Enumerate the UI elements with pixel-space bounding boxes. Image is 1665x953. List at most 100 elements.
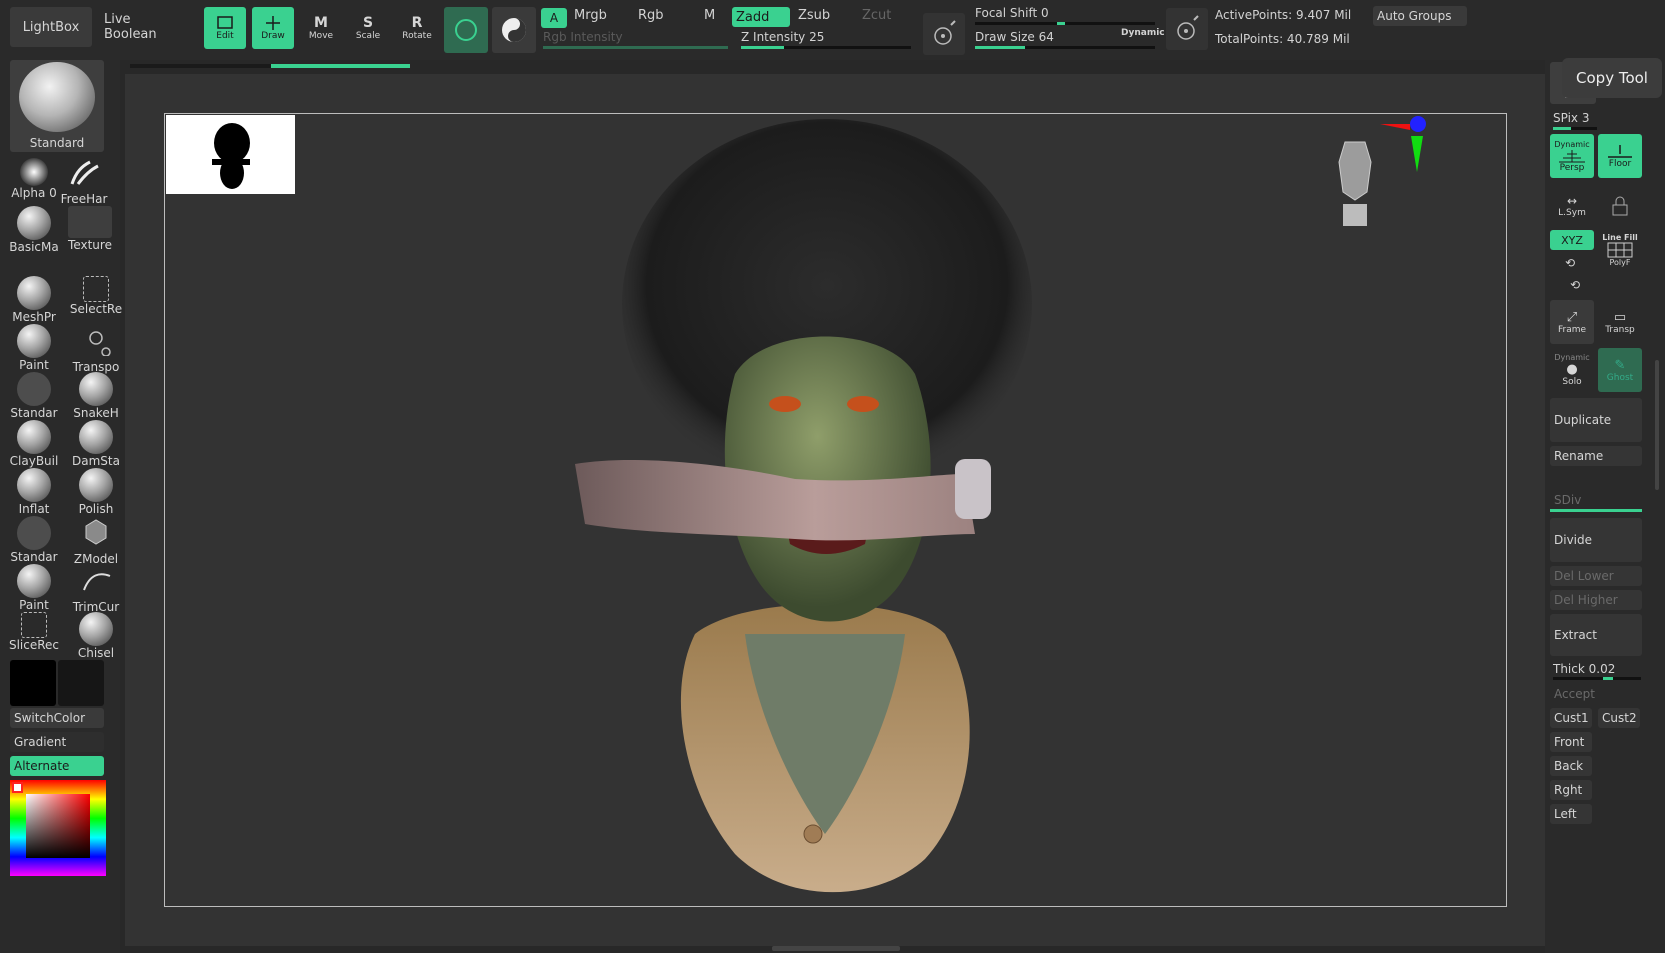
trimcurve-icon	[83, 573, 111, 591]
draw-button[interactable]: Draw	[252, 7, 294, 49]
stroke-button[interactable]: FreeHar	[56, 158, 112, 206]
z-intensity-label[interactable]: Z Intensity 25	[741, 30, 824, 44]
edit-button[interactable]: Edit	[204, 7, 246, 49]
alpha-button[interactable]: Alpha 0	[6, 158, 62, 204]
zsub-button[interactable]: Zsub	[798, 8, 830, 23]
snakehook-brush[interactable]: SnakeH	[68, 372, 124, 420]
main-color-swatch[interactable]	[10, 660, 56, 706]
a-button[interactable]: A	[541, 8, 567, 28]
rotate-z-icon[interactable]: ⟲	[1570, 278, 1580, 292]
divide-button[interactable]: Divide	[1550, 518, 1642, 562]
switch-color-button[interactable]: SwitchColor	[10, 708, 104, 728]
auto-groups-button[interactable]: Auto Groups	[1373, 6, 1467, 26]
transpose-icon	[89, 331, 111, 357]
meshproject-brush[interactable]: MeshPr	[6, 276, 62, 324]
spix-label[interactable]: SPix 3	[1553, 111, 1589, 125]
mrgb-button[interactable]: Mrgb	[574, 8, 607, 23]
duplicate-button[interactable]: Duplicate	[1550, 398, 1642, 442]
ghost-button[interactable]: ✎ Ghost	[1598, 348, 1642, 392]
draw-size-slider[interactable]	[975, 46, 1155, 49]
floor-button[interactable]: Floor	[1598, 134, 1642, 178]
draw-size-label[interactable]: Draw Size 64	[975, 30, 1054, 44]
rgb-intensity-label[interactable]: Rgb Intensity	[543, 30, 623, 44]
damstandard-brush[interactable]: DamSta	[68, 420, 124, 468]
dynamic-label[interactable]: Dynamic	[1121, 28, 1165, 38]
thick-slider[interactable]	[1553, 677, 1641, 680]
polyf-button[interactable]: Line Fill PolyF	[1598, 230, 1642, 270]
thick-label[interactable]: Thick 0.02	[1553, 662, 1615, 676]
zcut-button[interactable]: Zcut	[862, 8, 891, 23]
transpose-brush[interactable]: Transpo	[68, 324, 124, 374]
rgb-button[interactable]: Rgb	[638, 8, 664, 23]
del-higher-button[interactable]: Del Higher	[1550, 590, 1642, 610]
solo-button[interactable]: Dynamic ● Solo	[1550, 348, 1594, 392]
yin-yang-icon	[502, 18, 526, 42]
gradient-button[interactable]: Gradient	[10, 732, 104, 752]
persp-button[interactable]: Dynamic Persp	[1550, 134, 1594, 178]
brush-label: DamSta	[72, 454, 120, 468]
z-intensity-slider[interactable]	[741, 46, 911, 49]
axis-gizmo[interactable]	[1375, 114, 1435, 174]
spix-slider[interactable]	[1553, 127, 1597, 130]
back-button[interactable]: Back	[1550, 756, 1592, 776]
zmodeler-brush[interactable]: ZModel	[68, 516, 124, 566]
edit-label: Edit	[216, 31, 234, 41]
rename-button[interactable]: Rename	[1550, 446, 1642, 466]
focal-shift-label[interactable]: Focal Shift 0	[975, 6, 1049, 20]
sdiv-label[interactable]: SDiv	[1550, 492, 1642, 508]
inflate-brush[interactable]: Inflat	[6, 468, 62, 516]
rght-button[interactable]: Rght	[1550, 780, 1592, 800]
move-button[interactable]: M Move	[300, 7, 342, 49]
lock-button[interactable]	[1598, 186, 1642, 226]
del-lower-button[interactable]: Del Lower	[1550, 566, 1642, 586]
extract-button[interactable]: Extract	[1550, 614, 1642, 656]
focal-shift-icon-button[interactable]	[923, 13, 965, 55]
paint-brush-1[interactable]: Paint	[6, 324, 62, 372]
trimcurve-brush[interactable]: TrimCur	[68, 564, 124, 614]
scale-icon: S	[362, 15, 374, 31]
lightbox-button[interactable]: LightBox	[10, 7, 92, 47]
color-picker[interactable]	[10, 780, 106, 876]
sdiv-slider[interactable]	[1550, 509, 1642, 512]
draw-size-icon-button[interactable]	[1166, 8, 1208, 50]
xyz-button[interactable]: XYZ	[1550, 230, 1594, 250]
bottom-scroll-handle[interactable]	[772, 946, 900, 951]
standard-brush-1[interactable]: Standar	[6, 372, 62, 420]
brush-label: Standar	[10, 406, 58, 420]
accept-button[interactable]: Accept	[1550, 684, 1642, 704]
sculptris-toggle-button[interactable]	[444, 7, 488, 53]
frame-button[interactable]: ⤢ Frame	[1550, 300, 1594, 344]
slicerect-brush[interactable]: SliceRec	[6, 612, 62, 658]
claybuildup-brush[interactable]: ClayBuil	[6, 420, 62, 468]
line-fill-label: Line Fill	[1602, 233, 1638, 242]
chisel-brush[interactable]: Chisel	[68, 612, 124, 660]
lsym-button[interactable]: ↔ L.Sym	[1550, 186, 1594, 226]
rotate-button[interactable]: R Rotate	[396, 7, 438, 49]
viewport-frame[interactable]	[164, 113, 1507, 907]
texture-button[interactable]: Texture	[62, 206, 118, 252]
live-boolean-button[interactable]: Live Boolean	[104, 7, 186, 47]
material-toggle-button[interactable]	[492, 7, 536, 53]
cust1-button[interactable]: Cust1	[1550, 708, 1592, 728]
standard-brush-2[interactable]: Standar	[6, 516, 62, 564]
current-brush-button[interactable]: Standard	[10, 60, 104, 152]
color-picker-square[interactable]	[26, 794, 90, 858]
secondary-color-swatch[interactable]	[58, 660, 104, 706]
scale-button[interactable]: S Scale	[347, 7, 389, 49]
sculpt-model[interactable]	[545, 114, 1105, 907]
m-button[interactable]: M	[704, 8, 715, 23]
selectrect-brush[interactable]: SelectRe	[68, 276, 124, 322]
cust2-button[interactable]: Cust2	[1598, 708, 1640, 728]
focal-shift-slider[interactable]	[975, 22, 1155, 25]
right-scrollbar[interactable]	[1655, 360, 1659, 490]
paint-brush-2[interactable]: Paint	[6, 564, 62, 612]
transp-button[interactable]: ▭ Transp	[1598, 300, 1642, 344]
front-button[interactable]: Front	[1550, 732, 1592, 752]
rgb-intensity-slider[interactable]	[543, 46, 728, 49]
zadd-button[interactable]: Zadd	[732, 7, 790, 27]
rotate-y-icon[interactable]: ⟲	[1565, 256, 1575, 270]
material-button[interactable]: BasicMa	[6, 206, 62, 254]
polish-brush[interactable]: Polish	[68, 468, 124, 516]
left-button[interactable]: Left	[1550, 804, 1592, 824]
alternate-button[interactable]: Alternate	[10, 756, 104, 776]
